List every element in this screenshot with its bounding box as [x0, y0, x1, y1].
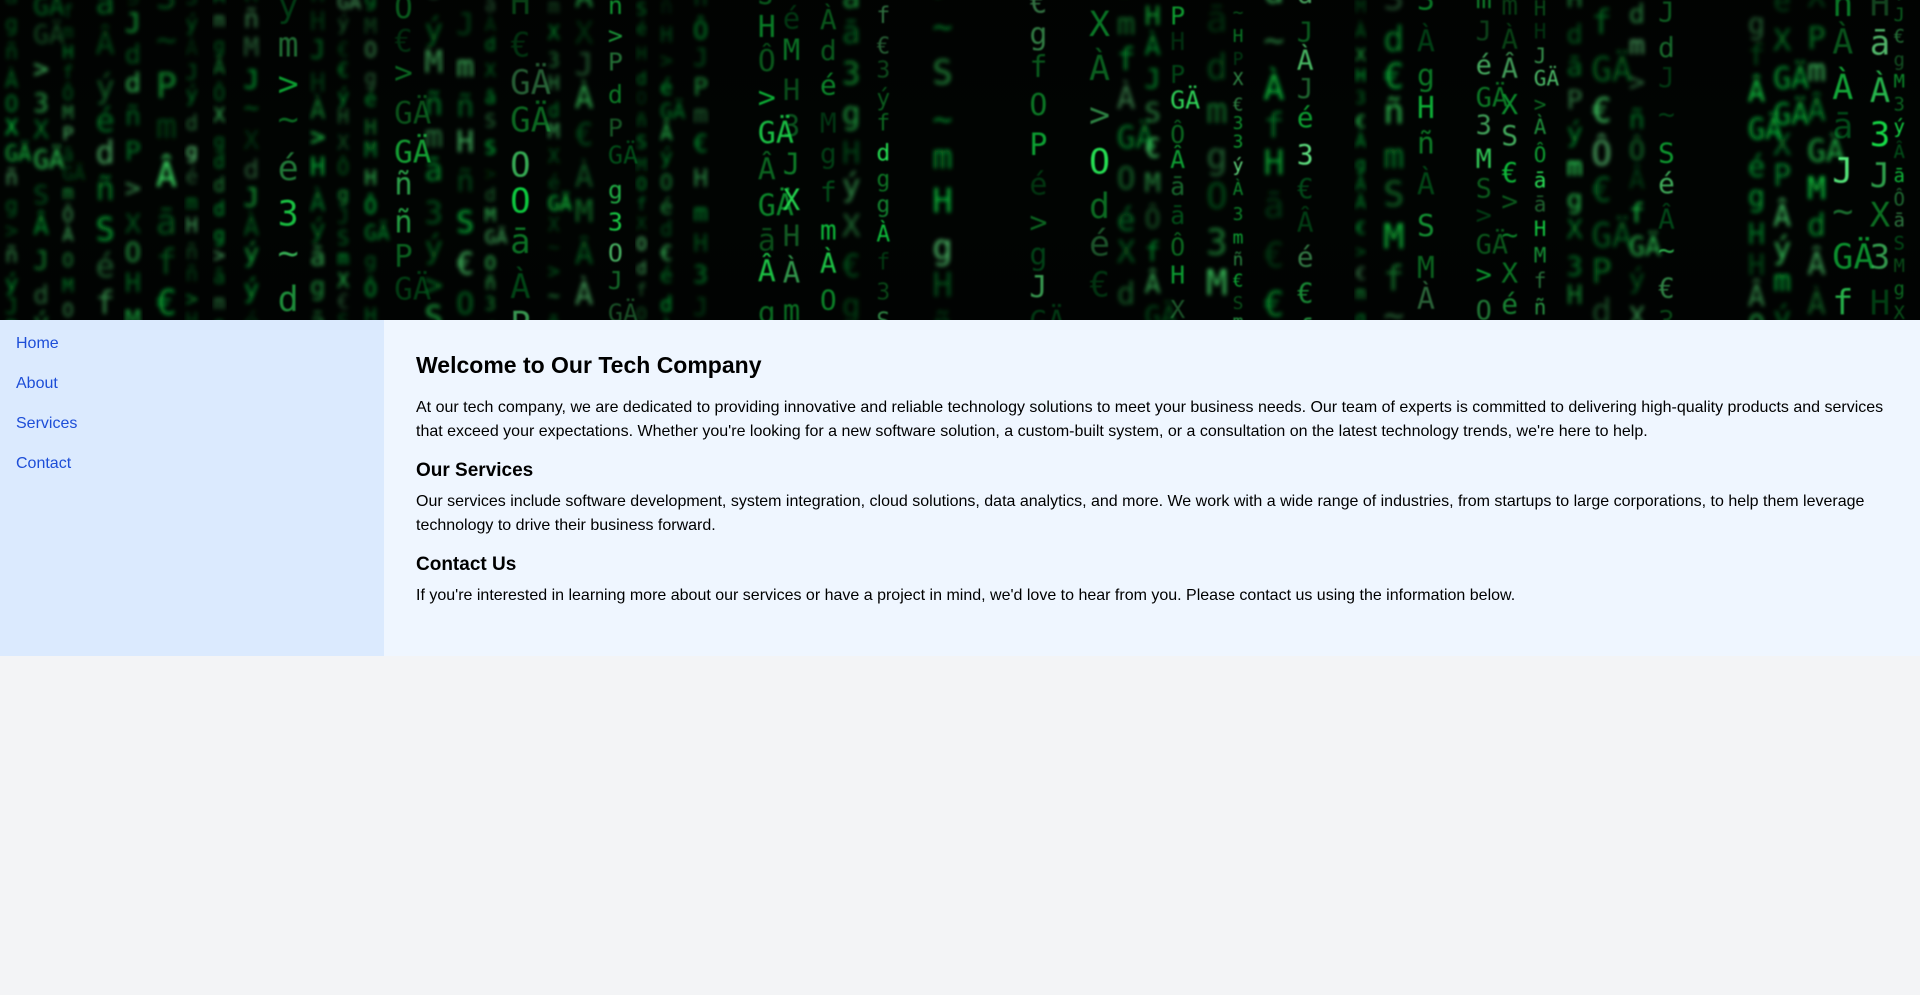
contact-paragraph: If you're interested in learning more ab… [416, 587, 1516, 604]
sidebar-item-services[interactable]: Services [16, 412, 368, 436]
sidebar-item-home[interactable]: Home [16, 332, 368, 356]
sidebar-item-contact[interactable]: Contact [16, 452, 368, 476]
page-title: Welcome to Our Tech Company [416, 352, 762, 378]
main-content: Welcome to Our Tech Company At our tech … [384, 320, 1920, 656]
sidebar-nav: Home About Services Contact [0, 320, 384, 656]
intro-paragraph: At our tech company, we are dedicated to… [416, 399, 1884, 440]
matrix-code-image: āgñÀOXGÄñg>ñýJPGÄGÄ>3XGÄSÂJdý~fmHfÔMPāGÄ… [0, 0, 1920, 320]
services-paragraph: Our services include software developmen… [416, 493, 1865, 534]
services-heading: Our Services [416, 460, 534, 481]
hero-banner: āgñÀOXGÄñg>ñýJPGÄGÄ>3XGÄSÂJdý~fmHfÔMPāGÄ… [0, 0, 1920, 320]
content-layout: Home About Services Contact Welcome to O… [0, 320, 1920, 656]
sidebar-item-about[interactable]: About [16, 372, 368, 396]
contact-heading: Contact Us [416, 554, 517, 575]
